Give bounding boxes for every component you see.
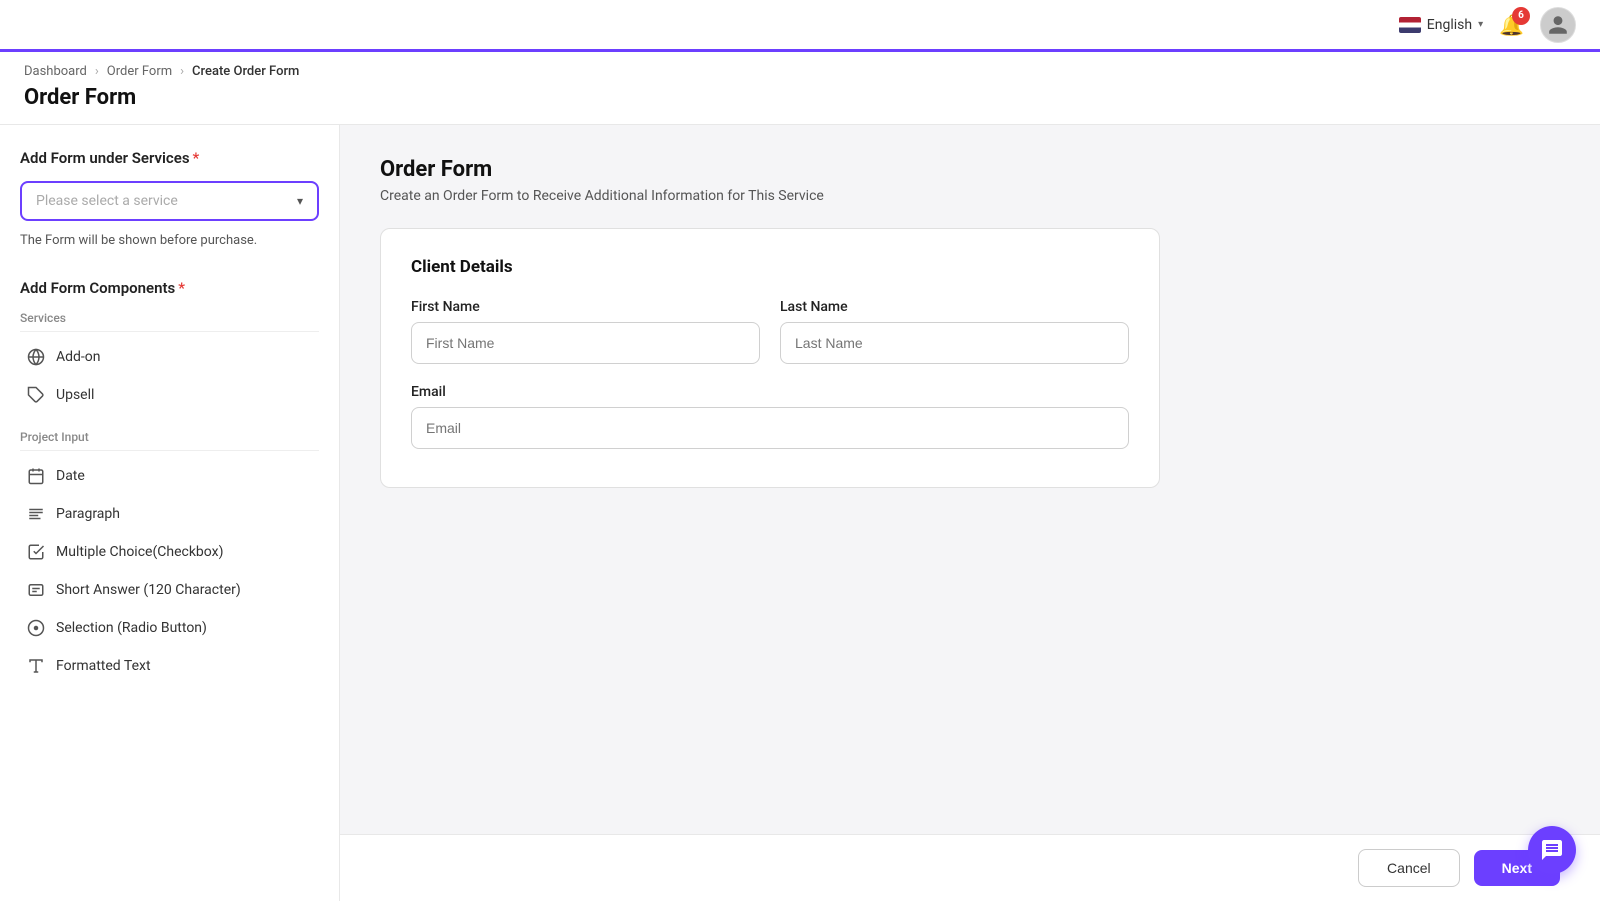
component-short-answer[interactable]: Short Answer (120 Character) <box>20 571 319 609</box>
breadcrumb: Dashboard › Order Form › Create Order Fo… <box>24 64 1576 79</box>
name-row: First Name Last Name <box>411 299 1129 364</box>
chevron-down-icon: ▾ <box>1478 19 1483 30</box>
last-name-field: Last Name <box>780 299 1129 364</box>
language-label: English <box>1427 17 1472 33</box>
radio-icon <box>26 618 46 638</box>
first-name-input[interactable] <box>411 322 760 364</box>
topbar: English ▾ 🔔 6 <box>0 0 1600 52</box>
notification-badge: 6 <box>1512 7 1530 25</box>
add-components-section-title: Add Form Components* <box>20 279 319 297</box>
component-upsell[interactable]: Upsell <box>20 376 319 414</box>
email-label: Email <box>411 384 1129 400</box>
component-date[interactable]: Date <box>20 457 319 495</box>
flag-icon <box>1399 17 1421 33</box>
avatar-icon <box>1547 14 1569 36</box>
bottom-action-bar: Cancel Next <box>340 834 1600 901</box>
multiple-choice-label: Multiple Choice(Checkbox) <box>56 544 223 560</box>
component-addon[interactable]: Add-on <box>20 338 319 376</box>
category-project-input: Project Input <box>20 430 319 451</box>
formatted-text-label: Formatted Text <box>56 658 151 674</box>
component-formatted-text[interactable]: Formatted Text <box>20 647 319 685</box>
breadcrumb-sep-1: › <box>95 64 99 79</box>
globe-icon <box>26 347 46 367</box>
short-text-icon <box>26 580 46 600</box>
component-multiple-choice[interactable]: Multiple Choice(Checkbox) <box>20 533 319 571</box>
tag-icon <box>26 385 46 405</box>
right-panel: Order Form Create an Order Form to Recei… <box>340 125 1600 901</box>
breadcrumb-order-form[interactable]: Order Form <box>107 64 172 79</box>
dropdown-arrow-icon: ▾ <box>297 194 303 208</box>
user-avatar[interactable] <box>1540 7 1576 43</box>
paragraph-icon <box>26 504 46 524</box>
component-selection-radio[interactable]: Selection (Radio Button) <box>20 609 319 647</box>
last-name-input[interactable] <box>780 322 1129 364</box>
page-header: Dashboard › Order Form › Create Order Fo… <box>0 52 1600 125</box>
chat-bubble-button[interactable] <box>1528 826 1576 874</box>
helper-text: The Form will be shown before purchase. <box>20 231 319 251</box>
client-details-title: Client Details <box>411 257 1129 277</box>
chat-icon <box>1540 838 1564 862</box>
short-answer-label: Short Answer (120 Character) <box>56 582 241 598</box>
upsell-label: Upsell <box>56 387 94 403</box>
service-select-dropdown[interactable]: Please select a service ▾ <box>20 181 319 221</box>
date-label: Date <box>56 468 85 484</box>
email-field: Email <box>411 384 1129 449</box>
first-name-field: First Name <box>411 299 760 364</box>
service-select-placeholder: Please select a service <box>36 193 178 209</box>
calendar-icon <box>26 466 46 486</box>
form-section-desc: Create an Order Form to Receive Addition… <box>380 188 1560 204</box>
main-content: Add Form under Services* Please select a… <box>0 125 1600 901</box>
component-paragraph[interactable]: Paragraph <box>20 495 319 533</box>
notification-bell[interactable]: 🔔 6 <box>1499 13 1524 37</box>
checkbox-icon <box>26 542 46 562</box>
cancel-button[interactable]: Cancel <box>1358 849 1460 887</box>
email-input[interactable] <box>411 407 1129 449</box>
formatted-text-icon <box>26 656 46 676</box>
paragraph-label: Paragraph <box>56 506 120 522</box>
form-card: Client Details First Name Last Name Emai… <box>380 228 1160 488</box>
form-section-header: Order Form Create an Order Form to Recei… <box>380 157 1560 204</box>
form-preview-area: Order Form Create an Order Form to Recei… <box>340 125 1600 834</box>
addon-label: Add-on <box>56 349 101 365</box>
page-title: Order Form <box>24 85 1576 110</box>
category-services: Services <box>20 311 319 332</box>
breadcrumb-dashboard[interactable]: Dashboard <box>24 64 87 79</box>
sidebar: Add Form under Services* Please select a… <box>0 125 340 901</box>
breadcrumb-sep-2: › <box>180 64 184 79</box>
add-form-section-title: Add Form under Services* <box>20 149 319 167</box>
form-section-title: Order Form <box>380 157 1560 182</box>
last-name-label: Last Name <box>780 299 1129 315</box>
language-selector[interactable]: English ▾ <box>1399 17 1483 33</box>
breadcrumb-current: Create Order Form <box>192 64 299 79</box>
first-name-label: First Name <box>411 299 760 315</box>
selection-radio-label: Selection (Radio Button) <box>56 620 207 636</box>
